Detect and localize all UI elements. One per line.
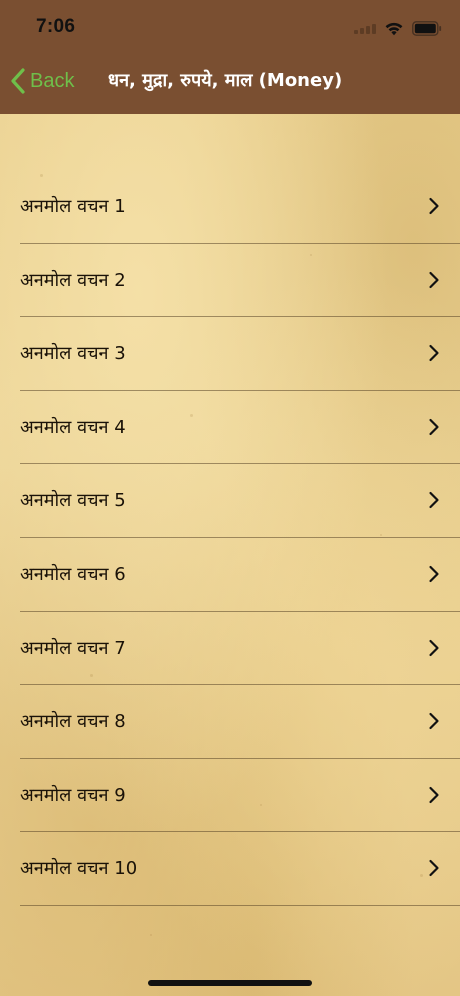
battery-icon xyxy=(412,20,442,36)
list-item-label: अनमोल वचन 1 xyxy=(20,196,126,217)
navigation-bar: Back धन, मुद्रा, रुपये, माल (Money) xyxy=(0,56,460,114)
list-item-label: अनमोल वचन 10 xyxy=(20,858,138,880)
status-icons xyxy=(354,17,442,39)
list-item-label: अनमोल वचन 8 xyxy=(20,711,126,733)
status-bar: 7:06 xyxy=(0,0,460,56)
chevron-left-icon xyxy=(11,68,25,94)
list-item[interactable]: अनमोल वचन 8 xyxy=(0,685,460,759)
chevron-right-icon xyxy=(429,713,439,730)
back-label: Back xyxy=(30,69,75,92)
status-time: 7:06 xyxy=(36,16,76,37)
list-item-label: अनमोल वचन 5 xyxy=(20,490,126,512)
chevron-right-icon xyxy=(429,492,439,509)
header: 7:06 Back धन, मुद्रा, रुपये, माल (Money) xyxy=(0,0,460,114)
chevron-right-icon xyxy=(429,860,439,877)
list-item[interactable]: अनमोल वचन 9 xyxy=(0,759,460,833)
list-item[interactable]: अनमोल वचन 7 xyxy=(0,612,460,686)
chevron-right-icon xyxy=(429,345,439,362)
list-item-label: अनमोल वचन 6 xyxy=(20,563,126,585)
list-item-label: अनमोल वचन 2 xyxy=(20,269,126,291)
list-item-label: अनमोल वचन 3 xyxy=(20,343,126,365)
page-title: धन, मुद्रा, रुपये, माल (Money) xyxy=(108,70,343,91)
list-item[interactable]: अनमोल वचन 2 xyxy=(0,244,460,318)
cellular-signal-icon xyxy=(354,22,376,34)
quote-list: अनमोल वचन 1 अनमोल वचन 2 अनमोल वचन 3 अनमो… xyxy=(0,170,460,906)
app-screen: 7:06 Back धन, मुद्रा, रुपये, माल (Money)… xyxy=(0,0,460,996)
chevron-right-icon xyxy=(429,418,439,435)
wifi-icon xyxy=(385,22,403,35)
row-divider xyxy=(20,904,460,906)
list-item[interactable]: अनमोल वचन 10 xyxy=(0,832,460,906)
list-item[interactable]: अनमोल वचन 1 xyxy=(0,170,460,244)
chevron-right-icon xyxy=(429,197,439,215)
chevron-right-icon xyxy=(429,786,439,803)
chevron-right-icon xyxy=(429,639,439,656)
list-item-label: अनमोल वचन 9 xyxy=(20,784,126,806)
home-indicator[interactable] xyxy=(148,980,312,986)
list-item[interactable]: अनमोल वचन 6 xyxy=(0,538,460,612)
list-item[interactable]: अनमोल वचन 4 xyxy=(0,391,460,465)
chevron-right-icon xyxy=(429,565,439,583)
list-item-label: अनमोल वचन 7 xyxy=(20,637,126,659)
back-button[interactable]: Back xyxy=(10,66,74,96)
list-item[interactable]: अनमोल वचन 5 xyxy=(0,464,460,538)
chevron-right-icon xyxy=(429,271,439,288)
list-item-label: अनमोल वचन 4 xyxy=(20,416,126,438)
list-item[interactable]: अनमोल वचन 3 xyxy=(0,317,460,391)
